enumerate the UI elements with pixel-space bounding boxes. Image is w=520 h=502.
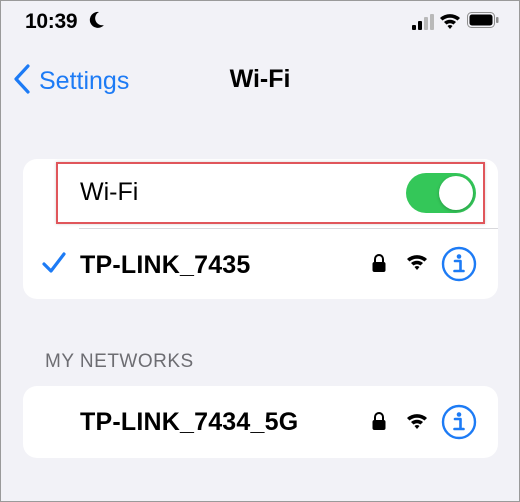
wifi-toggle-switch[interactable]: [406, 173, 476, 213]
section-header-my-networks: MY NETWORKS: [45, 351, 194, 372]
status-time: 10:39: [25, 10, 78, 33]
connected-network-row[interactable]: TP-LINK_7435: [23, 229, 498, 299]
wifi-settings-screen: 10:39 Settings Wi-Fi Wi-Fi TP-LINK_7435 …: [0, 0, 520, 502]
toggle-knob: [439, 176, 473, 210]
wifi-toggle-row: Wi-Fi: [23, 159, 498, 229]
wifi-signal-icon: [406, 253, 428, 276]
battery-icon: [467, 12, 499, 33]
moon-icon: [89, 11, 105, 34]
cellular-signal-icon: [412, 14, 434, 35]
lock-icon: [372, 253, 386, 278]
list-item[interactable]: TP-LINK_7434_5G: [23, 386, 498, 458]
network-name: TP-LINK_7435: [80, 251, 251, 279]
lock-icon: [372, 411, 386, 436]
wifi-toggle-label: Wi-Fi: [80, 178, 139, 206]
wifi-signal-icon: [406, 412, 428, 435]
checkmark-icon: [42, 252, 66, 279]
network-name: TP-LINK_7434_5G: [80, 408, 299, 436]
my-networks-group: TP-LINK_7434_5G: [23, 386, 498, 458]
info-icon[interactable]: [441, 246, 477, 287]
status-bar: 10:39: [1, 1, 519, 41]
wifi-main-group: Wi-Fi TP-LINK_7435: [23, 159, 498, 299]
info-icon[interactable]: [441, 404, 477, 445]
page-title: Wi-Fi: [229, 65, 291, 93]
wifi-status-icon: [439, 12, 461, 35]
